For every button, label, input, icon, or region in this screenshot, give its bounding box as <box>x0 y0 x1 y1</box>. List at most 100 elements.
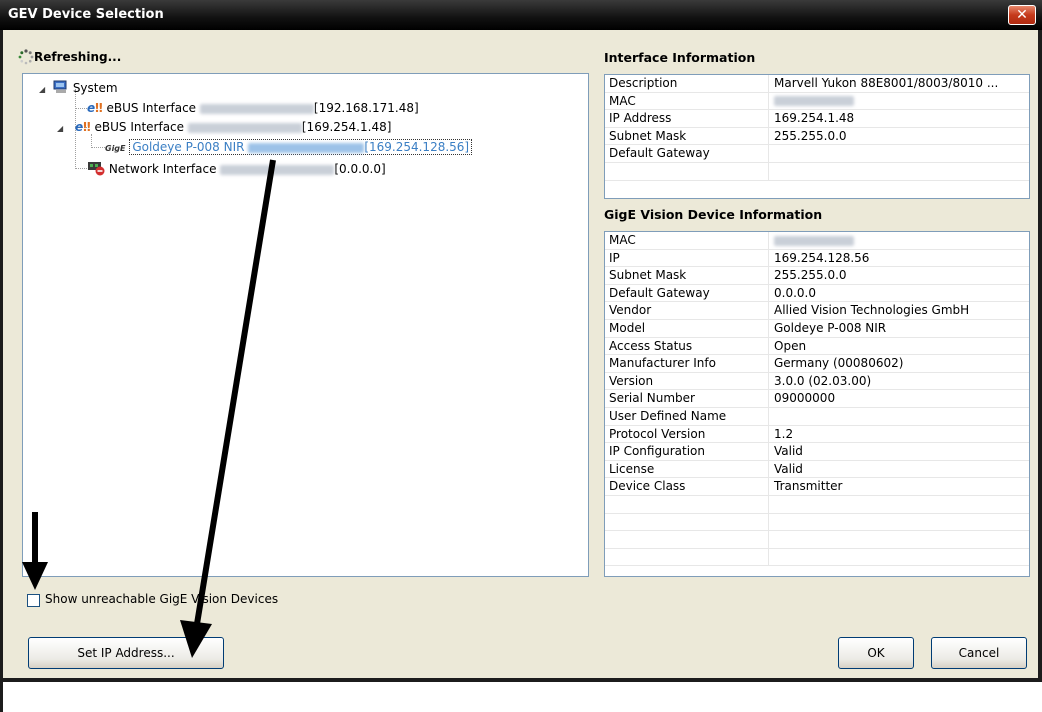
tree-node-network-interface[interactable]: Network Interface [0.0.0.0] <box>87 160 386 176</box>
property-row <box>605 531 1029 549</box>
property-key: License <box>605 460 769 478</box>
redacted-name <box>220 164 335 175</box>
property-key: Serial Number <box>605 390 769 407</box>
show-unreachable-label[interactable]: Show unreachable GigE Vision Devices <box>45 592 278 606</box>
tree-node-ebus-interface-2[interactable]: ◢ e‼ eBUS Interface [169.254.1.48] <box>57 119 391 135</box>
gev-device-selection-window: GEV Device Selection ✕ Refreshing... ◢ S… <box>0 0 1042 712</box>
property-row: Access Status Open <box>605 337 1029 356</box>
interface-info-grid: Description Marvell Yukon 88E8001/8003/80… <box>604 74 1030 199</box>
property-key: Version <box>605 372 769 390</box>
property-value: 3.0.0 (02.03.00) <box>774 373 872 388</box>
property-key: MAC <box>605 92 769 110</box>
network-card-error-icon <box>88 162 105 176</box>
property-key: Description <box>605 75 769 92</box>
property-value: 0.0.0.0 <box>774 285 816 300</box>
property-key: Vendor <box>605 302 769 319</box>
property-row: Description Marvell Yukon 88E8001/8003/80… <box>605 75 1029 93</box>
property-value: 255.255.0.0 <box>774 128 847 143</box>
property-row: Subnet Mask 255.255.0.0 <box>605 267 1029 285</box>
device-tree[interactable]: ◢ System e‼ eBUS Interface [192.168.171.… <box>22 73 589 577</box>
set-ip-address-button[interactable]: Set IP Address... <box>28 637 224 669</box>
property-value: Marvell Yukon 88E8001/8003/8010 ... <box>774 76 999 90</box>
tree-node-ebus-interface-1[interactable]: e‼ eBUS Interface [192.168.171.48] <box>87 100 419 116</box>
property-row: Default Gateway <box>605 145 1029 163</box>
property-row: User Defined Name <box>605 407 1029 426</box>
property-value: Goldeye P-008 NIR <box>774 320 887 335</box>
redacted-name <box>187 122 302 133</box>
property-value: 169.254.128.56 <box>774 250 870 265</box>
property-key: Access Status <box>605 337 769 355</box>
property-value: 255.255.0.0 <box>774 268 847 283</box>
property-value: Transmitter <box>774 479 843 494</box>
property-value: Valid <box>774 444 803 459</box>
property-row: License Valid <box>605 460 1029 479</box>
property-key: Default Gateway <box>605 145 769 162</box>
selected-device-label[interactable]: Goldeye P-008 NIR [169.254.128.56] <box>129 139 473 155</box>
device-address: [169.254.128.56] <box>364 140 470 154</box>
property-key <box>605 495 769 513</box>
tree-node-label: System <box>72 81 118 95</box>
ebus-interface-icon-mark: ‼ <box>95 101 103 115</box>
property-row: MAC <box>605 92 1029 111</box>
tree-line <box>91 147 105 148</box>
property-row: Vendor Allied Vision Technologies GmbH <box>605 302 1029 320</box>
property-key: User Defined Name <box>605 407 769 425</box>
device-name: Goldeye P-008 NIR <box>132 140 245 154</box>
property-value <box>769 408 1029 425</box>
property-row: Device Class Transmitter <box>605 478 1029 496</box>
ebus-interface-icon: e <box>74 120 84 134</box>
window-frame-bottom <box>0 678 1042 682</box>
property-key <box>605 162 769 180</box>
property-value <box>769 514 1029 531</box>
property-value: 169.254.1.48 <box>774 111 855 126</box>
property-row: Model Goldeye P-008 NIR <box>605 319 1029 338</box>
property-value <box>769 496 1029 513</box>
window-frame-right <box>1038 30 1042 682</box>
refresh-status: Refreshing... <box>34 50 122 64</box>
property-row: Subnet Mask 255.255.0.0 <box>605 127 1029 146</box>
redacted-name <box>248 142 365 153</box>
tree-node-goldeye-camera[interactable]: GigE Goldeye P-008 NIR [169.254.128.56] <box>105 139 473 155</box>
device-info-grid: MAC IP 169.254.128.56 Subnet Mask 255.255.0.… <box>604 231 1030 577</box>
collapse-triangle-icon[interactable]: ◢ <box>39 85 45 94</box>
redacted-mac <box>774 235 854 246</box>
property-value <box>769 549 1029 566</box>
refresh-spinner-icon <box>18 49 34 65</box>
property-row: Manufacturer Info Germany (00080602) <box>605 355 1029 373</box>
ok-button[interactable]: OK <box>838 637 914 669</box>
show-unreachable-checkbox[interactable] <box>27 594 40 607</box>
redacted-name <box>199 103 314 114</box>
collapse-triangle-icon[interactable]: ◢ <box>57 124 63 133</box>
property-key: Device Class <box>605 478 769 495</box>
property-key: Protocol Version <box>605 425 769 443</box>
property-key <box>605 513 769 531</box>
tree-line <box>75 168 87 169</box>
tree-node-address: [192.168.171.48] <box>313 101 419 115</box>
property-row: MAC <box>605 232 1029 250</box>
property-row <box>605 513 1029 532</box>
tree-line <box>75 108 87 109</box>
property-value <box>769 163 1029 180</box>
property-key: IP Configuration <box>605 443 769 460</box>
cancel-button[interactable]: Cancel <box>931 637 1027 669</box>
title-bar: GEV Device Selection ✕ <box>0 0 1042 30</box>
interface-info-title: Interface Information <box>604 50 756 65</box>
property-row: Serial Number 09000000 <box>605 390 1029 408</box>
device-info-title: GigE Vision Device Information <box>604 207 823 222</box>
property-value <box>769 531 1029 548</box>
window-title: GEV Device Selection <box>8 7 164 22</box>
property-key: MAC <box>605 232 769 249</box>
property-row: Version 3.0.0 (02.03.00) <box>605 372 1029 391</box>
property-key: Subnet Mask <box>605 127 769 145</box>
property-row: Default Gateway 0.0.0.0 <box>605 284 1029 303</box>
tree-node-label: eBUS Interface <box>94 120 185 134</box>
property-row: IP Address 169.254.1.48 <box>605 110 1029 128</box>
property-key: Manufacturer Info <box>605 355 769 372</box>
property-value <box>769 145 1029 162</box>
close-button[interactable]: ✕ <box>1008 5 1036 25</box>
tree-node-system[interactable]: ◢ System <box>39 80 118 96</box>
property-value: Valid <box>774 461 803 476</box>
property-row <box>605 162 1029 181</box>
property-value: 1.2 <box>774 426 794 441</box>
property-key: Model <box>605 319 769 337</box>
